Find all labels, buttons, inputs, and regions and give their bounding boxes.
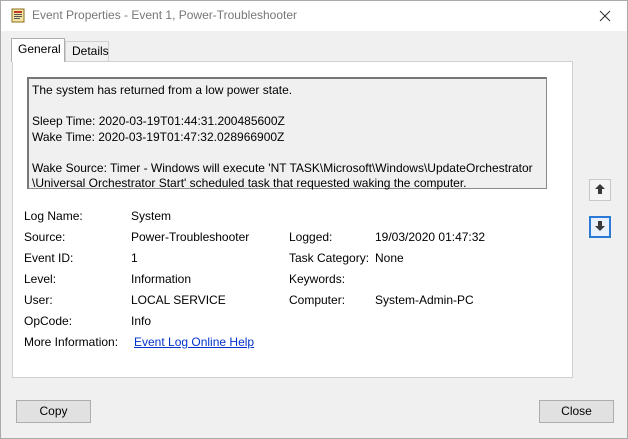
event-id-label: Event ID: xyxy=(24,251,74,265)
event-id-value: 1 xyxy=(131,251,138,265)
logged-value: 19/03/2020 01:47:32 xyxy=(375,230,486,244)
computer-label: Computer: xyxy=(289,293,346,307)
logged-label: Logged: xyxy=(289,230,333,244)
copy-button[interactable]: Copy xyxy=(16,400,91,423)
tab-details[interactable]: Details xyxy=(65,41,109,61)
description-line: The system has returned from a low power… xyxy=(32,83,293,97)
sleep-time: Sleep Time: 2020-03-19T01:44:31.20048560… xyxy=(32,114,285,128)
wake-time: Wake Time: 2020-03-19T01:47:32.028966900… xyxy=(32,129,285,144)
event-viewer-icon xyxy=(11,8,25,23)
tab-general[interactable]: General xyxy=(11,38,65,62)
user-label: User: xyxy=(24,293,53,307)
task-category-label: Task Category: xyxy=(289,251,370,265)
source-label: Source: xyxy=(24,230,66,244)
task-category-value: None xyxy=(375,251,404,265)
computer-value: System-Admin-PC xyxy=(375,293,474,307)
event-properties-window: Event Properties - Event 1, Power-Troubl… xyxy=(0,0,628,439)
wake-source-line-1: Wake Source: Timer - Windows will execut… xyxy=(32,160,533,175)
source-value: Power-Troubleshooter xyxy=(131,230,250,244)
event-log-online-help-link[interactable]: Event Log Online Help xyxy=(134,335,254,349)
more-information-label: More Information: xyxy=(24,335,119,349)
opcode-label: OpCode: xyxy=(24,314,73,328)
close-icon[interactable] xyxy=(583,1,627,31)
log-name-value: System xyxy=(131,209,172,223)
wake-source-line-2: \Universal Orchestrator Start' scheduled… xyxy=(32,176,467,190)
level-value: Information xyxy=(131,272,192,286)
arrow-up-icon xyxy=(594,183,606,198)
title-bar[interactable]: Event Properties - Event 1, Power-Troubl… xyxy=(1,1,627,31)
level-label: Level: xyxy=(24,272,57,286)
event-description[interactable]: The system has returned from a low power… xyxy=(27,77,547,190)
general-panel: The system has returned from a low power… xyxy=(12,61,573,378)
log-name-label: Log Name: xyxy=(24,209,83,223)
arrow-down-icon xyxy=(594,220,606,235)
close-button[interactable]: Close xyxy=(539,400,614,423)
next-event-button[interactable] xyxy=(589,216,611,238)
keywords-label: Keywords: xyxy=(289,272,346,286)
window-title: Event Properties - Event 1, Power-Troubl… xyxy=(32,8,298,22)
previous-event-button[interactable] xyxy=(589,179,611,201)
opcode-value: Info xyxy=(131,314,152,328)
user-value: LOCAL SERVICE xyxy=(131,293,226,307)
